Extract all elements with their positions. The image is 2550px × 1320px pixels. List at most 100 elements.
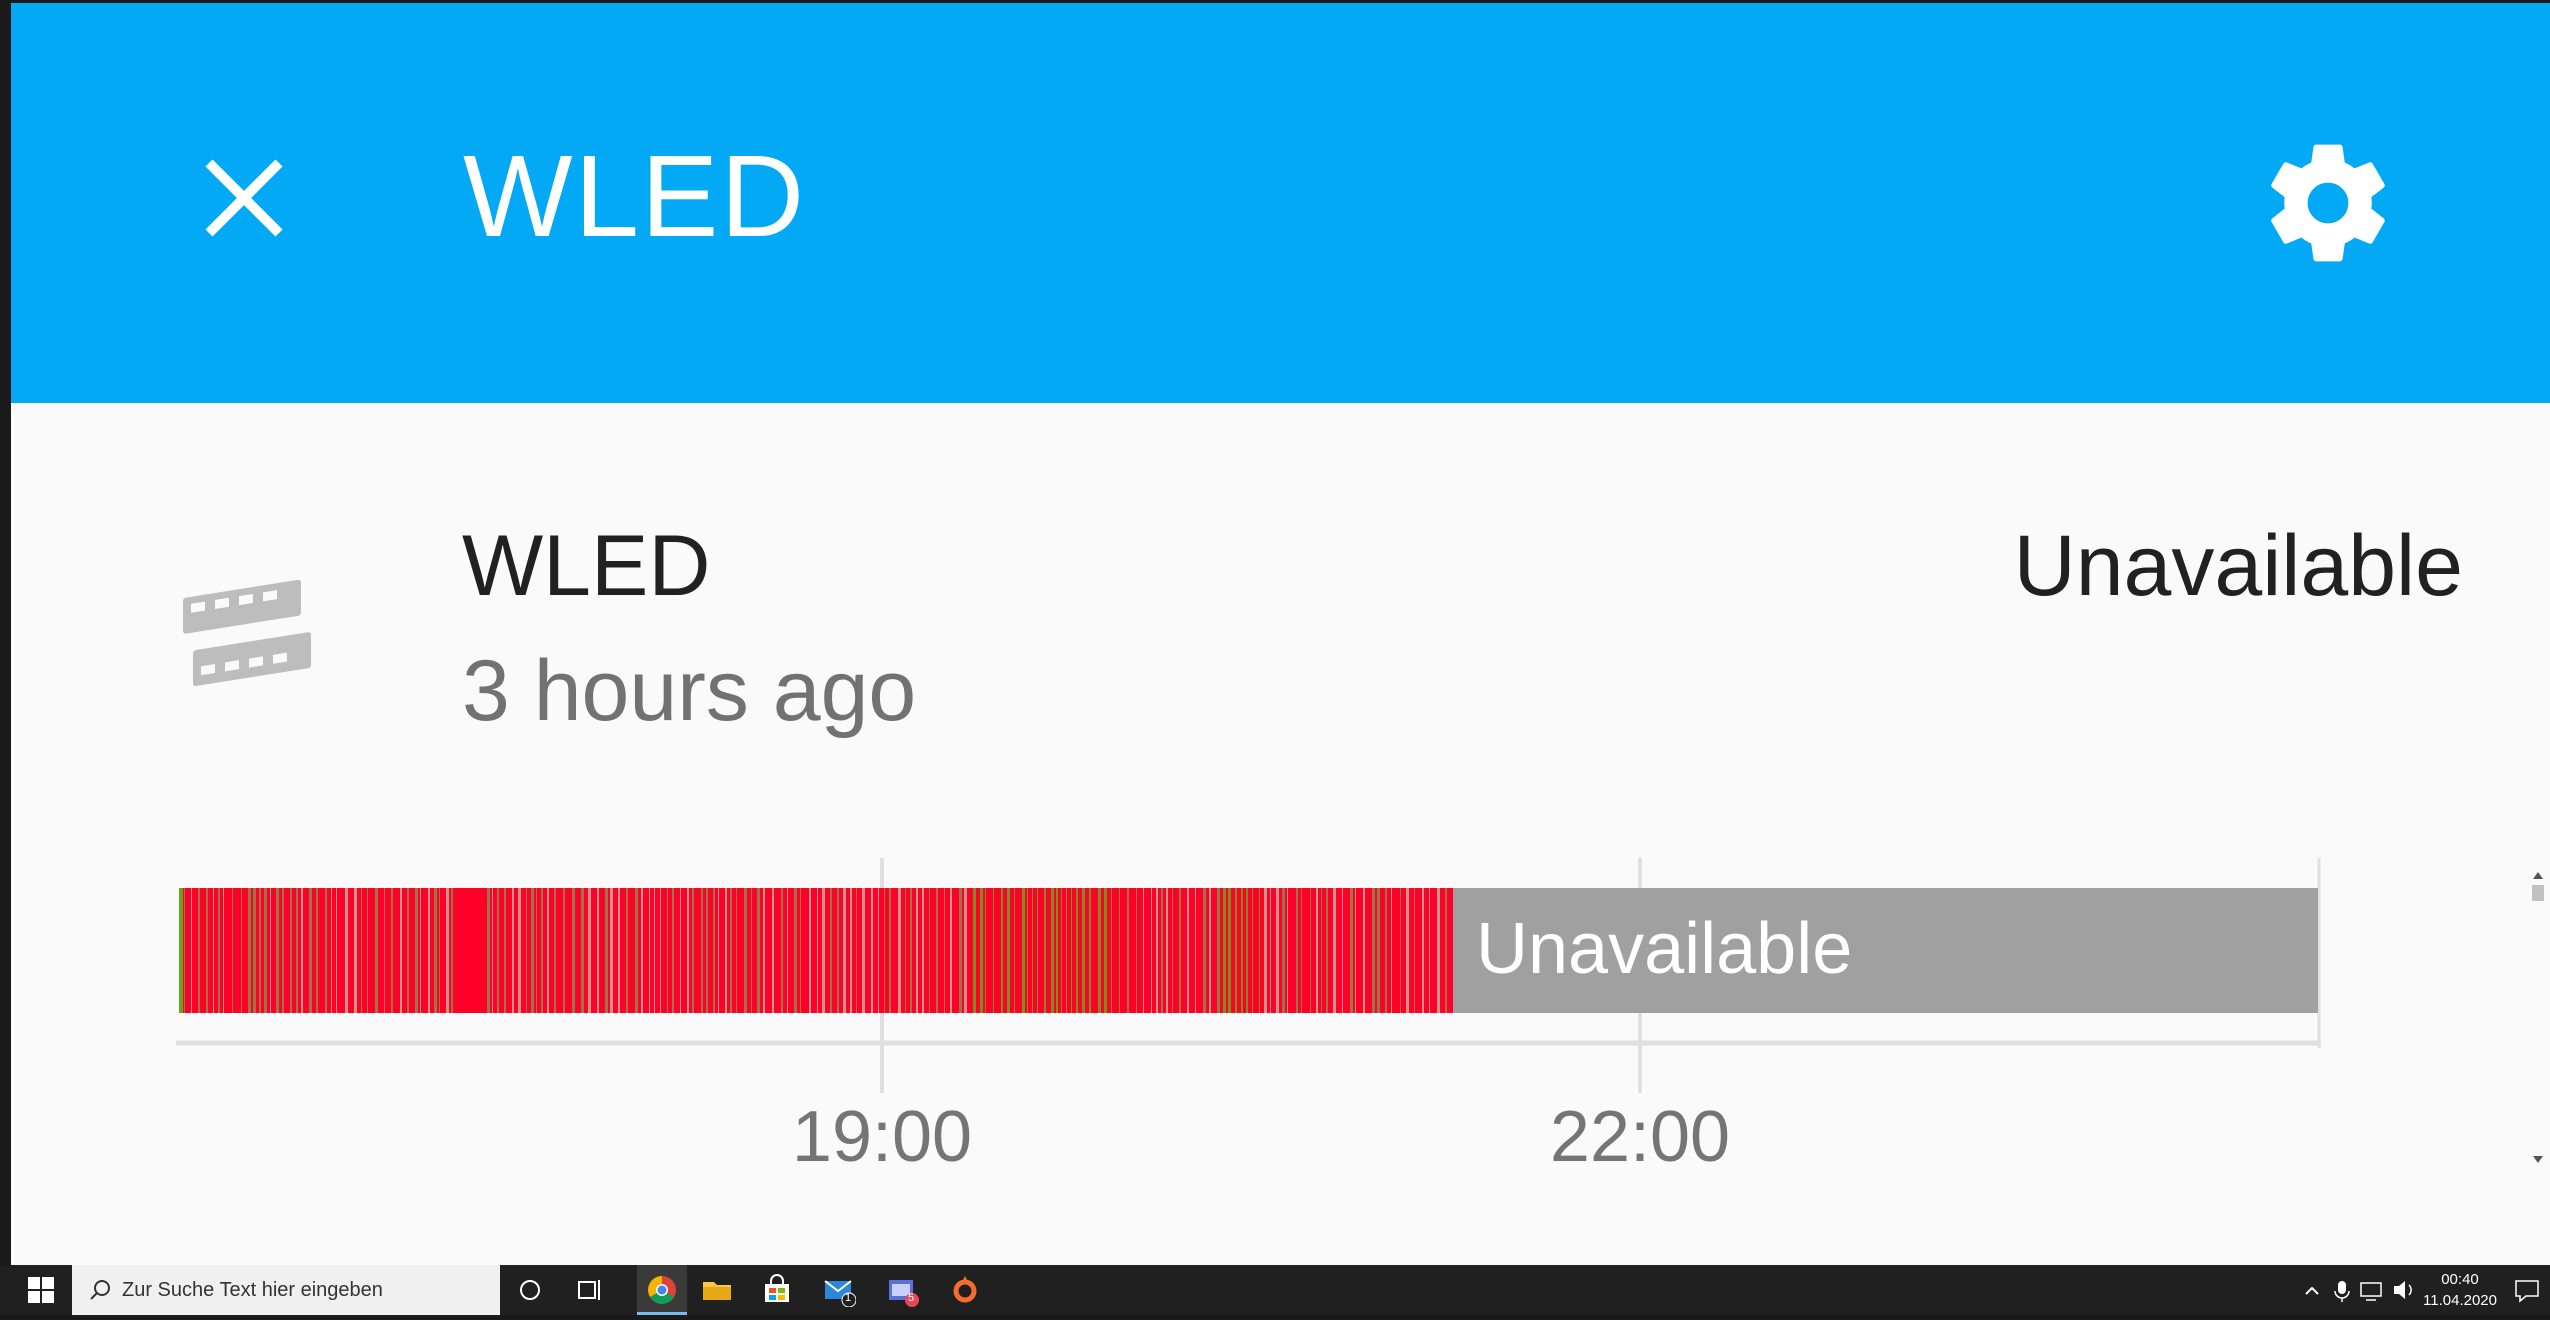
timeline-stripe (667, 888, 668, 1013)
timeline-stripe (1326, 888, 1328, 1013)
timeline-stripe (1014, 888, 1015, 1013)
timeline-stripe (1264, 888, 1267, 1013)
timeline-stripe (526, 888, 527, 1013)
timeline-stripe (905, 888, 906, 1013)
timeline-stripe (1156, 888, 1158, 1013)
settings-button[interactable] (2258, 133, 2398, 273)
timeline-stripe (206, 888, 208, 1013)
tray-network[interactable] (2358, 1273, 2386, 1307)
timeline-stripe (1372, 888, 1375, 1013)
timeline-stripe (554, 888, 556, 1013)
timeline-stripe (384, 888, 385, 1013)
chrome-icon (637, 1276, 687, 1315)
timeline-stripe (184, 888, 185, 1013)
clock-time: 00:40 (2441, 1271, 2479, 1288)
timeline-stripe (1422, 888, 1424, 1013)
timeline-stripe (492, 888, 493, 1013)
timeline-stripe (253, 888, 256, 1013)
timeline-stripe (687, 888, 689, 1013)
timeline-stripe (1414, 888, 1415, 1013)
windows-taskbar: Zur Suche Text hier eingeben 1 5 00:40 1… (0, 1265, 2550, 1315)
timeline-stripe (701, 888, 703, 1013)
timeline-stripe (817, 888, 818, 1013)
timeline-stripe (1061, 888, 1062, 1013)
tray-chevron-up[interactable] (2300, 1273, 2324, 1307)
timeline-stripe (871, 888, 873, 1013)
timeline-stripe (1429, 888, 1430, 1013)
origin-icon (948, 1276, 982, 1315)
timeline-stripe (1044, 888, 1046, 1013)
folder-icon (703, 1282, 731, 1300)
timeline-segment-label: Unavailable (1476, 909, 1853, 989)
history-timeline[interactable]: Unavailable 19:00 22:00 (11, 843, 2550, 1183)
timeline-stripe (763, 888, 765, 1013)
timeline-stripe (1119, 888, 1120, 1013)
timeline-stripe (572, 888, 575, 1013)
dialog-title: WLED (463, 131, 807, 261)
timeline-stripe (950, 888, 952, 1013)
timeline-stripe (744, 888, 747, 1013)
timeline-stripe (862, 888, 865, 1013)
tray-microphone[interactable] (2330, 1273, 2354, 1307)
cortana-button[interactable] (513, 1273, 547, 1307)
timeline-stripe (713, 888, 715, 1013)
timeline-stripe (518, 888, 521, 1013)
timeline-stripe (993, 888, 994, 1013)
taskbar-origin[interactable] (948, 1273, 982, 1315)
search-icon (90, 1280, 110, 1300)
more-info-dialog: WLED WLED 3 hours ago Unavailable Unavai… (11, 3, 2550, 1265)
timeline-stripe (1400, 888, 1401, 1013)
taskbar-search-box[interactable]: Zur Suche Text hier eingeben (72, 1265, 500, 1315)
taskbar-app[interactable]: 5 (885, 1273, 919, 1307)
timeline-bar (176, 858, 2321, 1093)
timeline-stripe (736, 888, 737, 1013)
timeline-stripe (889, 888, 891, 1013)
timeline-stripe (730, 888, 732, 1013)
timeline-stripe (301, 888, 303, 1013)
taskbar-chrome[interactable] (637, 1265, 687, 1315)
timeline-stripe (276, 888, 279, 1013)
timeline-stripe (618, 888, 620, 1013)
taskbar-file-explorer[interactable] (700, 1273, 734, 1307)
timeline-stripe (680, 888, 681, 1013)
taskbar-clock[interactable]: 00:40 11.04.2020 (2420, 1269, 2500, 1311)
timeline-stripe (331, 888, 332, 1013)
film-strip-icon (177, 575, 317, 705)
timeline-stripe (1333, 888, 1336, 1013)
timeline-stripe (985, 888, 986, 1013)
notifications-button[interactable] (2512, 1273, 2542, 1307)
app-badge: 5 (908, 1292, 915, 1304)
timeline-stripe (706, 888, 708, 1013)
timeline-stripe (635, 888, 638, 1013)
search-placeholder: Zur Suche Text hier eingeben (122, 1279, 383, 1301)
task-view-button[interactable] (573, 1273, 607, 1307)
timeline-stripe (878, 888, 879, 1013)
timeline-stripe (1228, 888, 1231, 1013)
timeline-stripe (718, 888, 719, 1013)
timeline-stripe (1001, 888, 1003, 1013)
timeline-stripe (1350, 888, 1353, 1013)
timeline-stripe (1310, 888, 1311, 1013)
timeline-stripe (541, 888, 543, 1013)
scrollbar[interactable] (2526, 863, 2550, 1173)
tick-label: 22:00 (1549, 1097, 1731, 1177)
chevron-up-icon (2305, 1286, 2319, 1295)
gear-icon (2271, 144, 2385, 262)
timeline-stripe (1179, 888, 1181, 1013)
timeline-stripe (1076, 888, 1078, 1013)
timeline-stripe (290, 888, 292, 1013)
taskbar-mail[interactable]: 1 (822, 1273, 857, 1308)
windows-start-button[interactable] (28, 1277, 54, 1303)
timeline-stripe (264, 888, 267, 1013)
taskbar-store[interactable] (760, 1273, 794, 1307)
timeline-stripe (497, 888, 499, 1013)
timeline-stripe (1151, 888, 1152, 1013)
tray-volume[interactable] (2390, 1273, 2418, 1307)
timeline-stripe (757, 888, 760, 1013)
close-button[interactable] (179, 133, 309, 263)
timeline-stripe (1355, 888, 1356, 1013)
timeline-stripe (654, 888, 655, 1013)
timeline-stripe (1051, 888, 1054, 1013)
timeline-stripe (751, 888, 752, 1013)
entity-last-changed: 3 hours ago (462, 643, 917, 739)
